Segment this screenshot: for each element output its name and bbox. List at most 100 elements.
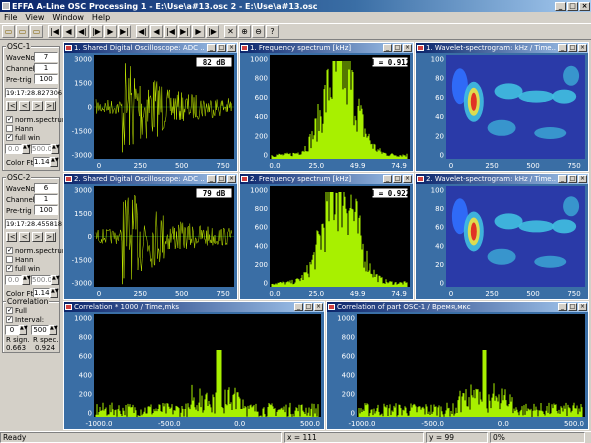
osc2-wavelet-panel[interactable]: 2. Wavelet-spectrogram: kHz / Time.. _ □ ×… <box>415 173 589 300</box>
minimize-button[interactable]: _ <box>555 1 566 11</box>
osc2-last-button[interactable]: >| <box>45 232 56 242</box>
correlation-plot[interactable]: 1000 800 600 400 200 0 -1000.0 -500.0 0.0 500.0 <box>64 312 324 429</box>
osc2-waveform-plot[interactable]: 3000 1500 0 -1500 -3000 0 250 500 750 79 dB <box>64 184 237 299</box>
osc2-first-button[interactable]: |< <box>6 232 17 242</box>
panel-close-button[interactable]: × <box>578 175 587 183</box>
zoom-in-icon[interactable]: ⊕ <box>238 25 251 38</box>
osc1-spectrum-plot[interactable]: 1000 800 600 400 200 00.0 25.0 49.9 74.9 H = 0.91… <box>240 53 413 171</box>
osc2-waveform-panel[interactable]: 2. Shared Digital Oscilloscope: ADC .. _… <box>63 173 238 300</box>
osc1-to-spinner[interactable]: ▲▼ <box>51 144 60 154</box>
prev-icon[interactable]: ◀ <box>62 25 75 38</box>
panel-title[interactable]: 1. Shared Digital Oscilloscope: ADC .. _… <box>64 43 237 53</box>
menu-help[interactable]: Help <box>88 13 114 22</box>
panel-close-button[interactable]: × <box>227 44 236 52</box>
panel-minimize-button[interactable]: _ <box>558 303 567 311</box>
osc2-spectrum-plot[interactable]: 1000 800 600 400 200 00.0 25.0 49.9 74.9 H = 0.92… <box>240 184 413 299</box>
last-icon[interactable]: ▶| <box>118 25 131 38</box>
osc2-color-spinner[interactable]: ▲▼ <box>50 288 59 298</box>
osc1-from-field[interactable]: 0.0 <box>5 144 22 154</box>
osc1-next-button[interactable]: > <box>32 101 43 111</box>
osc1-waveno-field[interactable]: 7 <box>34 52 58 62</box>
corr-from-spinner[interactable]: ▲▼ <box>19 325 28 335</box>
osc1-wavelet-panel[interactable]: 1. Wavelet-spectrogram: kHz / Time.. _ □ ×… <box>415 42 589 172</box>
last2-icon[interactable]: |▶ <box>206 25 219 38</box>
zoom-out-icon[interactable]: ⊖ <box>252 25 265 38</box>
help-icon[interactable]: ? <box>266 25 279 38</box>
menu-file[interactable]: File <box>0 13 21 22</box>
panel-title[interactable]: Correlation * 1000 / Time,mks _ □ × <box>64 302 324 312</box>
menu-view[interactable]: View <box>21 13 48 22</box>
osc2-fullwin-checkbox[interactable]: ✓ full win <box>6 264 40 273</box>
osc2-to-spinner[interactable]: ▲▼ <box>51 275 60 285</box>
next2-icon[interactable]: ▶ <box>192 25 205 38</box>
corr-from-field[interactable]: 0 <box>5 325 19 335</box>
panel-minimize-button[interactable]: _ <box>294 303 303 311</box>
osc1-fullwin-checkbox[interactable]: ✓ full win <box>6 133 40 142</box>
maximize-button[interactable]: □ <box>567 1 578 11</box>
osc1-wavelet-plot[interactable]: 100 80 60 40 20 00 250 500 750 <box>416 53 588 171</box>
osc2-pretrig-field[interactable]: 100 <box>34 205 58 215</box>
panel-title[interactable]: 1. Wavelet-spectrogram: kHz / Time.. _ □ × <box>416 43 588 53</box>
osc1-channel-field[interactable]: 1 <box>34 63 58 73</box>
corr-full-checkbox[interactable]: ✓ Full <box>6 306 27 315</box>
panel-minimize-button[interactable]: _ <box>558 175 567 183</box>
panel-maximize-button[interactable]: □ <box>217 44 226 52</box>
osc2-wavelet-plot[interactable]: 100 80 60 40 20 00 250 500 750 <box>416 184 588 299</box>
panel-minimize-button[interactable]: _ <box>207 175 216 183</box>
panel-title[interactable]: 2. Wavelet-spectrogram: kHz / Time.. _ □ × <box>416 174 588 184</box>
next-icon[interactable]: ▶ <box>104 25 117 38</box>
panel-maximize-button[interactable]: □ <box>304 303 313 311</box>
save-icon[interactable]: ▭ <box>16 25 29 38</box>
corr-to-spinner[interactable]: ▲▼ <box>49 325 58 335</box>
panel-maximize-button[interactable]: □ <box>393 44 402 52</box>
cross-icon[interactable]: ✕ <box>224 25 237 38</box>
osc2-prev-button[interactable]: < <box>19 232 30 242</box>
panel-maximize-button[interactable]: □ <box>568 44 577 52</box>
correlation-part-plot[interactable]: 1000 800 600 400 200 0 -1000.0 -500.0 0.0 500.0 <box>327 312 588 429</box>
osc1-hann-checkbox[interactable]: Hann <box>6 124 33 133</box>
osc2-from-spinner[interactable]: ▲▼ <box>22 275 31 285</box>
menu-window[interactable]: Window <box>48 13 88 22</box>
osc1-first-button[interactable]: |< <box>6 101 17 111</box>
osc2-norm-checkbox[interactable]: ✓ norm.spectrum <box>6 246 69 255</box>
panel-title[interactable]: Correlation of part OSC-1 / Время,мкс _ □… <box>327 302 588 312</box>
panel-minimize-button[interactable]: _ <box>383 44 392 52</box>
first2-icon[interactable]: ◀| <box>136 25 149 38</box>
panel-close-button[interactable]: × <box>403 44 412 52</box>
osc1-norm-checkbox[interactable]: ✓ norm.spectrum <box>6 115 69 124</box>
osc2-waveno-field[interactable]: 6 <box>34 183 58 193</box>
panel-close-button[interactable]: × <box>314 303 323 311</box>
osc2-next-button[interactable]: > <box>32 232 43 242</box>
osc2-from-field[interactable]: 0.0 <box>5 275 22 285</box>
osc1-to-field[interactable]: 500.0 <box>31 144 52 154</box>
osc1-from-spinner[interactable]: ▲▼ <box>22 144 31 154</box>
open-icon[interactable]: ▭ <box>2 25 15 38</box>
osc1-last-button[interactable]: >| <box>45 101 56 111</box>
close-button[interactable]: × <box>579 1 590 11</box>
panel-close-button[interactable]: × <box>578 303 587 311</box>
osc1-waveform-panel[interactable]: 1. Shared Digital Oscilloscope: ADC .. _… <box>63 42 238 172</box>
panel-title[interactable]: 2. Shared Digital Oscilloscope: ADC .. _… <box>64 174 237 184</box>
panel-title[interactable]: 2. Frequency spectrum [kHz] _ □ × <box>240 174 413 184</box>
step-forward2-icon[interactable]: ▶| <box>178 25 191 38</box>
osc1-prev-button[interactable]: < <box>19 101 30 111</box>
save-all-icon[interactable]: ▭ <box>30 25 43 38</box>
first-icon[interactable]: |◀ <box>48 25 61 38</box>
panel-close-button[interactable]: × <box>227 175 236 183</box>
correlation-panel[interactable]: Correlation * 1000 / Time,mks _ □ × 1000 80… <box>63 301 325 430</box>
step-back-icon[interactable]: ◀| <box>76 25 89 38</box>
panel-maximize-button[interactable]: □ <box>393 175 402 183</box>
step-forward-icon[interactable]: |▶ <box>90 25 103 38</box>
panel-title[interactable]: 1. Frequency spectrum [kHz] _ □ × <box>240 43 413 53</box>
osc1-spectrum-panel[interactable]: 1. Frequency spectrum [kHz] _ □ × 1000 800 6… <box>239 42 414 172</box>
panel-maximize-button[interactable]: □ <box>568 303 577 311</box>
panel-minimize-button[interactable]: _ <box>383 175 392 183</box>
correlation-part-panel[interactable]: Correlation of part OSC-1 / Время,мкс _ □… <box>326 301 589 430</box>
panel-maximize-button[interactable]: □ <box>217 175 226 183</box>
panel-minimize-button[interactable]: _ <box>558 44 567 52</box>
osc2-hann-checkbox[interactable]: Hann <box>6 255 33 264</box>
corr-interval-checkbox[interactable]: ✓ Interval: <box>6 315 44 324</box>
osc1-waveform-plot[interactable]: 3000 1500 0 -1500 -3000 0 250 500 750 82 dB <box>64 53 237 171</box>
osc1-color-spinner[interactable]: ▲▼ <box>50 157 59 167</box>
osc2-spectrum-panel[interactable]: 2. Frequency spectrum [kHz] _ □ × 1000 800 6… <box>239 173 414 300</box>
